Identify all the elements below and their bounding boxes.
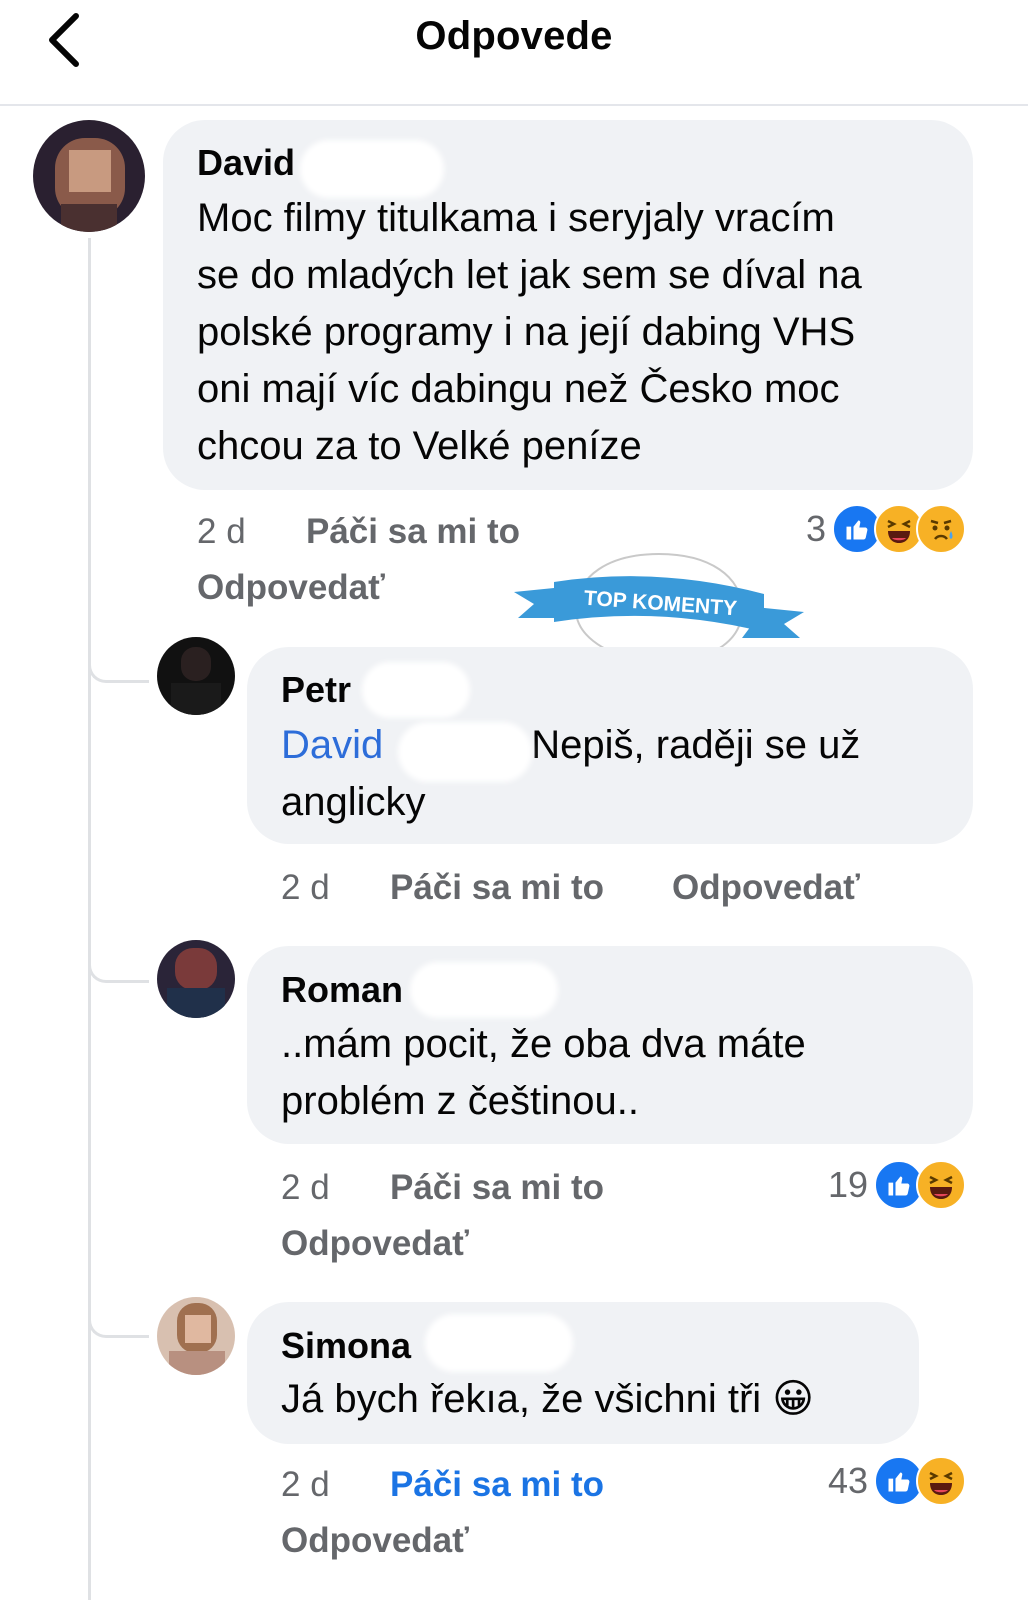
reply-button[interactable]: Odpovedať: [281, 1224, 469, 1264]
avatar[interactable]: [157, 940, 235, 1018]
reaction-summary[interactable]: 43: [828, 1456, 967, 1506]
comment-time: 2 d: [281, 1168, 330, 1207]
redaction-mark: [410, 962, 558, 1018]
page-title: Odpovede: [415, 14, 613, 58]
redaction-mark: [362, 662, 470, 718]
redaction-mark: [425, 1314, 573, 1372]
like-button[interactable]: Páči sa mi to: [390, 868, 604, 908]
thread-line: [88, 238, 91, 1600]
like-button[interactable]: Páči sa mi to: [306, 512, 520, 552]
reaction-count: 43: [828, 1460, 869, 1501]
haha-icon: [916, 1160, 967, 1210]
reaction-count: 19: [828, 1164, 869, 1205]
comment-text: Já bych řekıa, že všichni tři 😀: [281, 1377, 814, 1421]
reaction-summary[interactable]: 3: [806, 504, 967, 554]
reply-button[interactable]: Odpovedať: [197, 568, 385, 608]
comment-text: ..mám pocit, že oba dva máte problém z č…: [281, 1022, 806, 1123]
comment-time: 2 d: [281, 868, 330, 907]
mention-link[interactable]: David: [281, 723, 383, 767]
reaction-summary[interactable]: 19: [828, 1160, 967, 1210]
comment-author[interactable]: Simona: [281, 1325, 411, 1367]
comment-author[interactable]: Petr: [281, 669, 351, 711]
thread-branch: [88, 940, 149, 983]
comment-text: David Nepiš, raději se už anglicky: [281, 723, 861, 824]
avatar[interactable]: [33, 120, 145, 232]
sad-icon: [916, 504, 967, 554]
avatar[interactable]: [157, 1297, 235, 1375]
redaction-mark: [398, 722, 532, 782]
comment-author[interactable]: Roman: [281, 969, 403, 1011]
thread-branch: [88, 1295, 149, 1338]
comment-text: Moc filmy titulkama i seryjaly vracím se…: [197, 196, 862, 468]
thread-branch: [88, 640, 149, 683]
reply-button[interactable]: Odpovedať: [281, 1521, 469, 1561]
comment-author[interactable]: David: [197, 142, 295, 184]
haha-icon: [916, 1456, 967, 1506]
reaction-count: 3: [806, 508, 827, 549]
like-button[interactable]: Páči sa mi to: [390, 1465, 604, 1505]
reply-button[interactable]: Odpovedať: [672, 868, 860, 908]
like-button[interactable]: Páči sa mi to: [390, 1168, 604, 1208]
comment-time: 2 d: [281, 1465, 330, 1504]
top-bar: Odpovede: [0, 0, 1028, 106]
avatar[interactable]: [157, 637, 235, 715]
comment-time: 2 d: [197, 512, 246, 551]
